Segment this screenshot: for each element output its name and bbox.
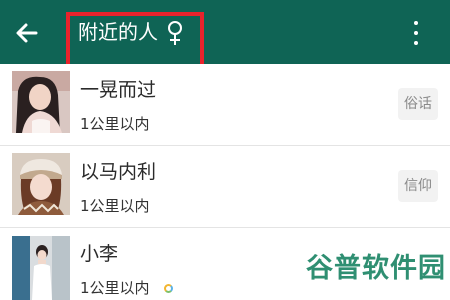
nearby-people-screen: 附近的人 一晃而过 1公里以内 俗话 以马内利 1公里以内 信仰 小李 1公里以… <box>0 0 450 300</box>
signature-badge: 信仰 <box>398 170 438 202</box>
avatar[interactable] <box>12 71 70 133</box>
signature-badge: 俗话 <box>398 88 438 120</box>
distance-label: 1公里以内 <box>80 197 150 215</box>
colorful-ring-icon <box>164 284 173 293</box>
avatar[interactable] <box>12 153 70 215</box>
distance-label: 1公里以内 <box>80 279 150 297</box>
more-vertical-icon[interactable] <box>406 18 426 48</box>
arrow-left-icon[interactable] <box>10 16 44 50</box>
list-item[interactable]: 以马内利 1公里以内 信仰 <box>0 146 450 228</box>
list-item[interactable]: 一晃而过 1公里以内 俗话 <box>0 64 450 146</box>
person-name: 一晃而过 <box>80 79 157 101</box>
person-name: 小李 <box>80 243 119 265</box>
person-name: 以马内利 <box>80 161 157 183</box>
watermark: 谷普软件园 <box>306 253 446 284</box>
avatar[interactable] <box>12 236 70 300</box>
distance-label: 1公里以内 <box>80 115 150 133</box>
